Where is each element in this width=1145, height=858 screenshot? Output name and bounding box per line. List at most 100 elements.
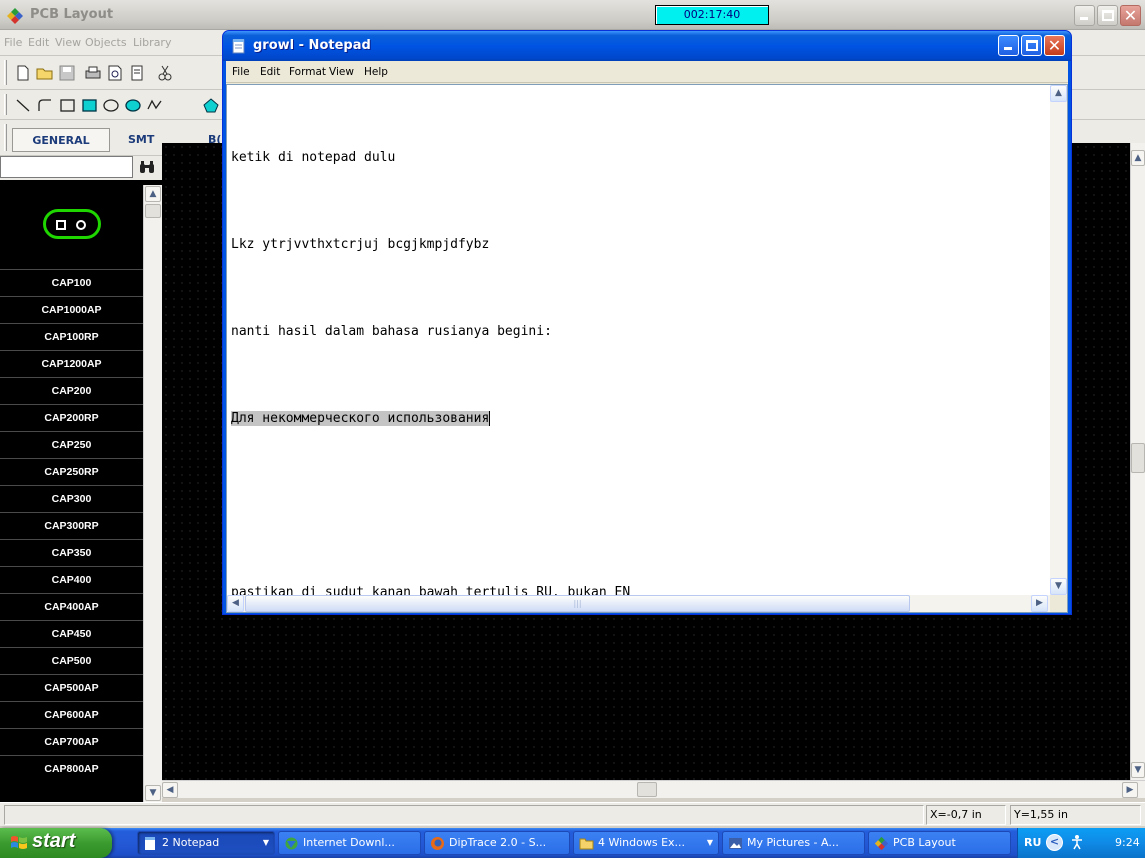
library-item[interactable]: CAP500 xyxy=(0,647,143,674)
pcb-close-button[interactable]: ✕ xyxy=(1120,5,1141,26)
filled-rectangle-tool-icon[interactable] xyxy=(80,96,98,114)
cut-icon[interactable] xyxy=(156,64,174,82)
library-item[interactable]: CAP250 xyxy=(0,431,143,458)
library-item[interactable]: CAP350 xyxy=(0,539,143,566)
notepad-horizontal-scrollbar[interactable]: ◀ ||| ▶ xyxy=(227,595,1050,612)
document-icon[interactable] xyxy=(128,64,146,82)
library-item[interactable]: CAP250RP xyxy=(0,458,143,485)
resize-grip[interactable] xyxy=(1050,595,1067,612)
save-icon[interactable] xyxy=(58,64,76,82)
notepad-scroll-up-button[interactable]: ▲ xyxy=(1050,85,1067,102)
round-pad xyxy=(76,220,86,230)
library-item[interactable]: CAP300RP xyxy=(0,512,143,539)
rectangle-tool-icon[interactable] xyxy=(58,96,76,114)
library-item[interactable]: CAP400AP xyxy=(0,593,143,620)
accessibility-icon[interactable] xyxy=(1069,834,1085,850)
library-item[interactable]: CAP200 xyxy=(0,377,143,404)
polyline-tool-icon[interactable] xyxy=(146,96,164,114)
canvas-hscroll-thumb[interactable] xyxy=(637,782,657,797)
library-item[interactable]: CAP1000AP xyxy=(0,296,143,323)
new-file-icon[interactable] xyxy=(14,64,32,82)
taskbar-button-diptrace[interactable]: DipTrace 2.0 - S... xyxy=(424,831,570,855)
canvas-scroll-down-button[interactable]: ▼ xyxy=(1131,762,1145,778)
tab-smt[interactable]: SMT xyxy=(128,128,154,152)
pcb-titlebar[interactable]: PCB Layout 002:17:40 ✕ xyxy=(0,0,1145,30)
pcb-menu-edit[interactable]: Edit xyxy=(28,36,49,49)
text-line: ketik di notepad dulu xyxy=(231,150,396,165)
notepad-hscroll-thumb[interactable]: ||| xyxy=(245,595,910,612)
start-button[interactable]: start xyxy=(0,828,112,858)
taskbar-button-notepad[interactable]: 2 Notepad ▼ xyxy=(137,831,275,855)
taskbar-button-internet-download[interactable]: Internet Downl... xyxy=(278,831,421,855)
library-item[interactable]: CAP100 xyxy=(0,269,143,296)
library-item[interactable]: CAP500AP xyxy=(0,674,143,701)
taskbar-button-windows-explorer[interactable]: 4 Windows Ex... ▼ xyxy=(573,831,719,855)
square-pad xyxy=(56,220,66,230)
notepad-vertical-scrollbar[interactable]: ▲ ▼ xyxy=(1050,85,1067,595)
taskbar-button-my-pictures[interactable]: My Pictures - A... xyxy=(722,831,865,855)
library-search-input[interactable] xyxy=(0,156,133,178)
line-tool-icon[interactable] xyxy=(14,96,32,114)
notepad-menu-edit[interactable]: Edit xyxy=(260,66,280,78)
notepad-text-content[interactable]: ketik di notepad dulu Lkz ytrjvvthxtcrju… xyxy=(231,85,1046,665)
taskbar-button-label: DipTrace 2.0 - S... xyxy=(449,836,547,849)
pcb-menu-view[interactable]: View xyxy=(55,36,81,49)
canvas-scroll-right-button[interactable]: ▶ xyxy=(1122,782,1138,798)
library-item[interactable]: CAP300 xyxy=(0,485,143,512)
pcb-menu-file[interactable]: File xyxy=(4,36,22,49)
show-hidden-icons-icon[interactable]: < xyxy=(1046,834,1063,851)
pcb-menu-objects[interactable]: Objects xyxy=(85,36,127,49)
tab-general[interactable]: GENERAL xyxy=(12,128,110,152)
scroll-up-button[interactable]: ▲ xyxy=(145,186,161,202)
notepad-scroll-left-button[interactable]: ◀ xyxy=(227,595,244,612)
filled-ellipse-tool-icon[interactable] xyxy=(124,96,142,114)
notepad-close-button[interactable]: ✕ xyxy=(1044,35,1065,56)
canvas-scroll-left-button[interactable]: ◀ xyxy=(162,782,178,798)
library-item[interactable]: CAP100RP xyxy=(0,323,143,350)
notepad-menu-view[interactable]: View xyxy=(329,66,354,78)
toolbar-grip[interactable] xyxy=(4,124,7,151)
scroll-down-button[interactable]: ▼ xyxy=(145,785,161,801)
language-indicator[interactable]: RU xyxy=(1024,836,1041,849)
taskbar-button-pcb-layout[interactable]: PCB Layout xyxy=(868,831,1011,855)
library-item[interactable]: CAP450 xyxy=(0,620,143,647)
notepad-menu-file[interactable]: File xyxy=(232,66,250,78)
notepad-maximize-button[interactable] xyxy=(1021,35,1042,56)
library-item[interactable]: CAP600AP xyxy=(0,701,143,728)
arc-tool-icon[interactable] xyxy=(36,96,54,114)
library-scrollbar[interactable]: ▲ ▼ xyxy=(143,185,162,802)
print-preview-icon[interactable] xyxy=(106,64,124,82)
library-search-row xyxy=(0,156,162,180)
canvas-horizontal-scrollbar[interactable]: ◀ ▶ xyxy=(162,780,1145,798)
notepad-menu-help[interactable]: Help xyxy=(364,66,388,78)
notepad-titlebar[interactable]: growl - Notepad ✕ xyxy=(223,31,1071,61)
canvas-vscroll-thumb[interactable] xyxy=(1131,443,1145,473)
pcb-restore-button[interactable] xyxy=(1097,5,1118,26)
scroll-thumb[interactable] xyxy=(145,204,161,218)
library-panel: CAP100 CAP1000AP CAP100RP CAP1200AP CAP200 CA… xyxy=(0,156,162,802)
print-icon[interactable] xyxy=(84,64,102,82)
ellipse-tool-icon[interactable] xyxy=(102,96,120,114)
polygon-tool-icon[interactable] xyxy=(202,96,220,114)
notepad-scroll-down-button[interactable]: ▼ xyxy=(1050,578,1067,595)
library-item[interactable]: CAP800AP xyxy=(0,755,143,782)
minimize-icon xyxy=(1080,17,1088,20)
text-line: Lkz ytrjvvthxtcrjuj bcgjkmpjdfybz xyxy=(231,237,490,252)
canvas-scroll-up-button[interactable]: ▲ xyxy=(1131,150,1145,166)
notepad-minimize-button[interactable] xyxy=(998,35,1019,56)
pcb-menu-library[interactable]: Library xyxy=(133,36,171,49)
library-list[interactable]: CAP100 CAP1000AP CAP100RP CAP1200AP CAP200 CA… xyxy=(0,185,143,802)
notepad-scroll-right-button[interactable]: ▶ xyxy=(1031,595,1048,612)
pcb-minimize-button[interactable] xyxy=(1074,5,1095,26)
notepad-menu-format[interactable]: Format xyxy=(289,66,326,78)
library-item[interactable]: CAP700AP xyxy=(0,728,143,755)
toolbar-grip[interactable] xyxy=(4,94,7,115)
library-item[interactable]: CAP200RP xyxy=(0,404,143,431)
library-item[interactable]: CAP400 xyxy=(0,566,143,593)
canvas-vertical-scrollbar[interactable]: ▲ ▼ xyxy=(1130,143,1145,780)
open-folder-icon[interactable] xyxy=(36,64,54,82)
library-item[interactable]: CAP1200AP xyxy=(0,350,143,377)
toolbar-grip[interactable] xyxy=(4,60,7,85)
notepad-text-area[interactable]: ketik di notepad dulu Lkz ytrjvvthxtcrju… xyxy=(226,84,1068,613)
binoculars-icon[interactable] xyxy=(138,159,156,175)
